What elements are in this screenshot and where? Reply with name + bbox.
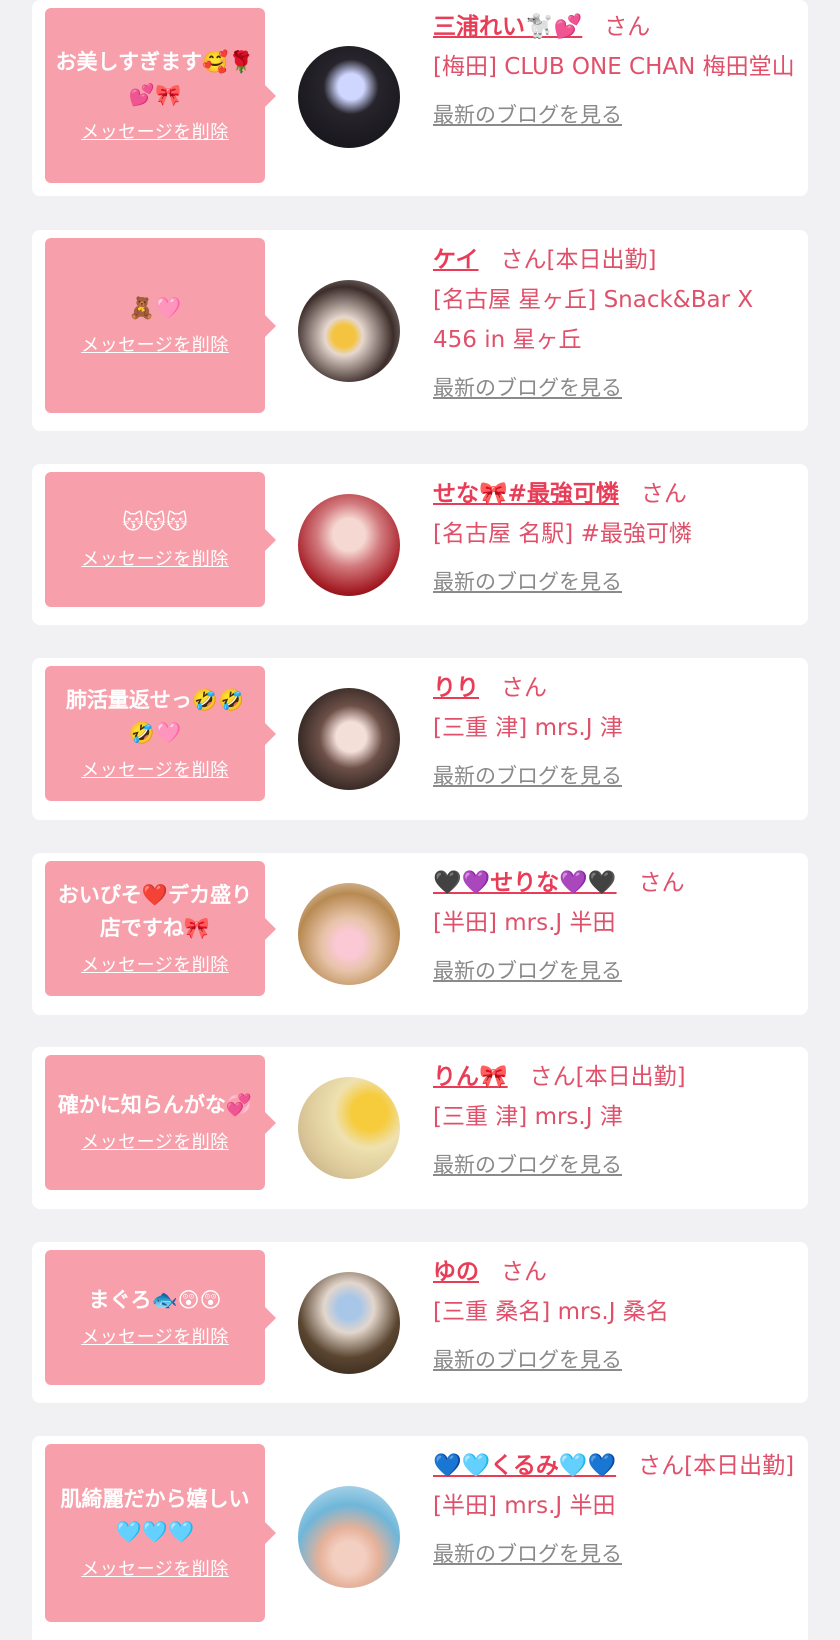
cast-name-line: りり さん — [433, 668, 798, 708]
shop-name: [三重 津] mrs.J 津 — [433, 1104, 623, 1130]
cast-name-link[interactable]: ゆの — [433, 1259, 479, 1285]
cast-name-link[interactable]: 三浦れい🐩💕 — [433, 14, 582, 40]
latest-blog-link[interactable]: 最新のブログを見る — [433, 760, 622, 790]
cast-info: ゆの さん [三重 桑名] mrs.J 桑名 最新のブログを見る — [433, 1252, 798, 1374]
delete-message-link[interactable]: メッセージを削除 — [81, 118, 229, 144]
cast-name-link[interactable]: りん🎀 — [433, 1064, 508, 1090]
cast-name-line: 🖤💜せりな💜🖤 さん — [433, 863, 798, 903]
cast-info: 🖤💜せりな💜🖤 さん [半田] mrs.J 半田 最新のブログを見る — [433, 863, 798, 985]
cast-info: 💙🩵くるみ🩵💙 さん[本日出勤] [半田] mrs.J 半田 最新のブログを見る — [433, 1446, 798, 1568]
delete-message-link[interactable]: メッセージを削除 — [81, 756, 229, 782]
honorific: さん — [501, 675, 547, 701]
avatar[interactable] — [298, 46, 400, 148]
message-card: 確かに知らんがな💞 メッセージを削除 りん🎀 さん[本日出勤] [三重 津] mr… — [32, 1047, 808, 1209]
delete-message-link[interactable]: メッセージを削除 — [81, 1323, 229, 1349]
message-text: 肺活量返せっ🤣🤣🤣🩷 — [65, 687, 245, 745]
avatar[interactable] — [298, 883, 400, 985]
message-list: お美しすぎます🥰🌹💕🎀 メッセージを削除 三浦れい🐩💕 さん [梅田] CLUB … — [0, 0, 840, 1640]
shop-name: [名古屋 名駅] #最強可憐 — [433, 521, 692, 547]
latest-blog-link[interactable]: 最新のブログを見る — [433, 955, 622, 985]
message-bubble: お美しすぎます🥰🌹💕🎀 メッセージを削除 — [45, 8, 276, 183]
cast-name-line: 三浦れい🐩💕 さん — [433, 7, 798, 47]
message-bubble: まぐろ🐟😲😲 メッセージを削除 — [45, 1250, 276, 1385]
cast-name-line: ゆの さん — [433, 1252, 798, 1292]
cast-name-line: りん🎀 さん[本日出勤] — [433, 1057, 798, 1097]
avatar[interactable] — [298, 1077, 400, 1179]
message-text: 🧸🩷 — [128, 296, 182, 320]
status-text: [本日出勤] — [575, 1064, 686, 1090]
message-bubble: 🧸🩷 メッセージを削除 — [45, 238, 276, 413]
avatar[interactable] — [298, 494, 400, 596]
avatar[interactable] — [298, 688, 400, 790]
status-text: [本日出勤] — [684, 1453, 795, 1479]
avatar[interactable] — [298, 280, 400, 382]
latest-blog-link[interactable]: 最新のブログを見る — [433, 372, 622, 402]
latest-blog-link[interactable]: 最新のブログを見る — [433, 1344, 622, 1374]
delete-message-link[interactable]: メッセージを削除 — [81, 545, 229, 571]
message-card: 肌綺麗だから嬉しい🩵🩵🩵 メッセージを削除 💙🩵くるみ🩵💙 さん[本日出勤] [半… — [32, 1436, 808, 1640]
shop-name: [半田] mrs.J 半田 — [433, 910, 616, 936]
message-text: 肌綺麗だから嬉しい🩵🩵🩵 — [60, 1487, 250, 1544]
message-card: 😽😽😽 メッセージを削除 せな🎀#最強可憐 さん [名古屋 名駅] #最強可憐 最… — [32, 464, 808, 625]
honorific: さん — [604, 14, 651, 40]
cast-name-line: せな🎀#最強可憐 さん — [433, 474, 798, 514]
status-text: [本日出勤] — [546, 247, 657, 273]
cast-name-link[interactable]: りり — [433, 675, 479, 701]
delete-message-link[interactable]: メッセージを削除 — [81, 1555, 229, 1581]
cast-info: りり さん [三重 津] mrs.J 津 最新のブログを見る — [433, 668, 798, 790]
message-card: 🧸🩷 メッセージを削除 ケイ さん[本日出勤] [名古屋 星ヶ丘] Snack&B… — [32, 230, 808, 431]
message-text: お美しすぎます🥰🌹💕🎀 — [55, 49, 255, 107]
shop-name: [半田] mrs.J 半田 — [433, 1493, 616, 1519]
honorific: さん — [638, 1453, 685, 1479]
cast-info: せな🎀#最強可憐 さん [名古屋 名駅] #最強可憐 最新のブログを見る — [433, 474, 798, 596]
honorific: さん — [500, 247, 547, 273]
message-text: 確かに知らんがな💞 — [57, 1093, 253, 1117]
latest-blog-link[interactable]: 最新のブログを見る — [433, 566, 622, 596]
message-card: おいぴそ❤️デカ盛り店ですね🎀 メッセージを削除 🖤💜せりな💜🖤 さん [半田] … — [32, 853, 808, 1015]
shop-name: [三重 桑名] mrs.J 桑名 — [433, 1299, 669, 1325]
shop-name: [名古屋 星ヶ丘] Snack&Bar X 456 in 星ヶ丘 — [433, 287, 754, 353]
cast-info: 三浦れい🐩💕 さん [梅田] CLUB ONE CHAN 梅田堂山 最新のブログを… — [433, 7, 798, 129]
message-card: 肺活量返せっ🤣🤣🤣🩷 メッセージを削除 りり さん [三重 津] mrs.J 津 … — [32, 658, 808, 820]
message-bubble: おいぴそ❤️デカ盛り店ですね🎀 メッセージを削除 — [45, 861, 276, 996]
cast-name-line: 💙🩵くるみ🩵💙 さん[本日出勤] — [433, 1446, 798, 1486]
avatar[interactable] — [298, 1272, 400, 1374]
cast-info: ケイ さん[本日出勤] [名古屋 星ヶ丘] Snack&Bar X 456 in … — [433, 240, 798, 402]
cast-name-link[interactable]: 💙🩵くるみ🩵💙 — [433, 1453, 616, 1479]
message-text: 😽😽😽 — [122, 510, 188, 534]
cast-name-link[interactable]: 🖤💜せりな💜🖤 — [433, 870, 617, 896]
honorific: さん — [638, 870, 685, 896]
honorific: さん — [501, 1259, 547, 1285]
cast-name-line: ケイ さん[本日出勤] — [433, 240, 798, 280]
honorific: さん — [529, 1064, 576, 1090]
shop-name: [梅田] CLUB ONE CHAN 梅田堂山 — [433, 54, 795, 80]
message-bubble: 😽😽😽 メッセージを削除 — [45, 472, 276, 607]
message-card: まぐろ🐟😲😲 メッセージを削除 ゆの さん [三重 桑名] mrs.J 桑名 最新… — [32, 1242, 808, 1403]
message-card: お美しすぎます🥰🌹💕🎀 メッセージを削除 三浦れい🐩💕 さん [梅田] CLUB … — [32, 0, 808, 196]
delete-message-link[interactable]: メッセージを削除 — [81, 331, 229, 357]
delete-message-link[interactable]: メッセージを削除 — [81, 951, 229, 977]
cast-name-link[interactable]: せな🎀#最強可憐 — [433, 481, 619, 507]
message-bubble: 肺活量返せっ🤣🤣🤣🩷 メッセージを削除 — [45, 666, 276, 801]
cast-info: りん🎀 さん[本日出勤] [三重 津] mrs.J 津 最新のブログを見る — [433, 1057, 798, 1179]
shop-name: [三重 津] mrs.J 津 — [433, 715, 623, 741]
message-text: まぐろ🐟😲😲 — [88, 1288, 222, 1312]
message-text: おいぴそ❤️デカ盛り店ですね🎀 — [57, 882, 253, 940]
message-bubble: 確かに知らんがな💞 メッセージを削除 — [45, 1055, 276, 1190]
latest-blog-link[interactable]: 最新のブログを見る — [433, 1149, 622, 1179]
message-bubble: 肌綺麗だから嬉しい🩵🩵🩵 メッセージを削除 — [45, 1444, 276, 1622]
latest-blog-link[interactable]: 最新のブログを見る — [433, 99, 622, 129]
avatar[interactable] — [298, 1486, 400, 1588]
latest-blog-link[interactable]: 最新のブログを見る — [433, 1538, 622, 1568]
honorific: さん — [640, 481, 687, 507]
delete-message-link[interactable]: メッセージを削除 — [81, 1128, 229, 1154]
cast-name-link[interactable]: ケイ — [433, 247, 479, 273]
